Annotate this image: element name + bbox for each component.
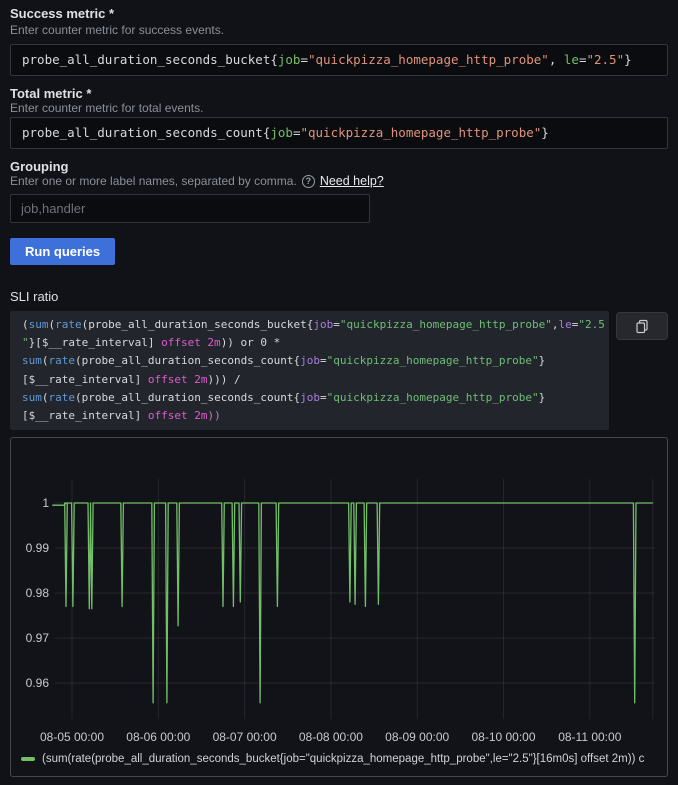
grouping-description: Enter one or more label names, separated… xyxy=(10,174,297,188)
sli-ratio-code: (sum(rate(probe_all_duration_seconds_buc… xyxy=(10,311,609,430)
grouping-description-row: Enter one or more label names, separated… xyxy=(10,174,384,188)
slo-query-form: Success metric * Enter counter metric fo… xyxy=(0,0,678,785)
x-tick-label: 08-10 00:00 xyxy=(471,730,535,744)
total-metric-input[interactable]: probe_all_duration_seconds_count{job="qu… xyxy=(10,117,668,149)
sli-ratio-series-line xyxy=(52,503,653,703)
copy-icon xyxy=(634,318,650,334)
sli-chart-panel: 1 0.99 0.98 0.97 0.96 08-05 00:00 08-06 00:00 0… xyxy=(10,437,668,777)
success-metric-description: Enter counter metric for success events. xyxy=(10,23,224,37)
time-series-chart[interactable]: 1 0.99 0.98 0.97 0.96 08-05 00:00 08-06 00:00 0… xyxy=(11,438,667,776)
success-metric-label: Success metric * xyxy=(10,6,114,21)
total-metric-label: Total metric * xyxy=(10,86,91,101)
x-tick-label: 08-05 00:00 xyxy=(40,730,104,744)
copy-button[interactable] xyxy=(616,312,668,340)
x-tick-label: 08-11 00:00 xyxy=(558,730,621,744)
series-legend-label: (sum(rate(probe_all_duration_seconds_buc… xyxy=(42,753,644,765)
x-tick-label: 08-08 00:00 xyxy=(299,730,363,744)
help-circle-icon[interactable]: ? xyxy=(302,175,315,188)
x-tick-label: 08-06 00:00 xyxy=(126,730,190,744)
legend-item[interactable]: (sum(rate(probe_all_duration_seconds_buc… xyxy=(21,750,661,768)
total-metric-description: Enter counter metric for total events. xyxy=(10,101,203,115)
x-tick-label: 08-09 00:00 xyxy=(385,730,449,744)
grouping-label: Grouping xyxy=(10,159,69,174)
y-tick-label: 1 xyxy=(42,496,49,510)
y-tick-label: 0.97 xyxy=(26,631,50,645)
y-tick-label: 0.99 xyxy=(26,541,50,555)
y-tick-label: 0.96 xyxy=(26,676,50,690)
x-tick-label: 08-07 00:00 xyxy=(213,730,277,744)
need-help-link[interactable]: Need help? xyxy=(320,174,384,188)
sli-ratio-label: SLI ratio xyxy=(10,289,58,304)
series-color-marker xyxy=(21,757,35,761)
run-queries-button[interactable]: Run queries xyxy=(10,238,115,265)
y-tick-label: 0.98 xyxy=(26,586,50,600)
grouping-input[interactable] xyxy=(10,194,370,223)
success-metric-input[interactable]: probe_all_duration_seconds_bucket{job="q… xyxy=(10,44,668,76)
